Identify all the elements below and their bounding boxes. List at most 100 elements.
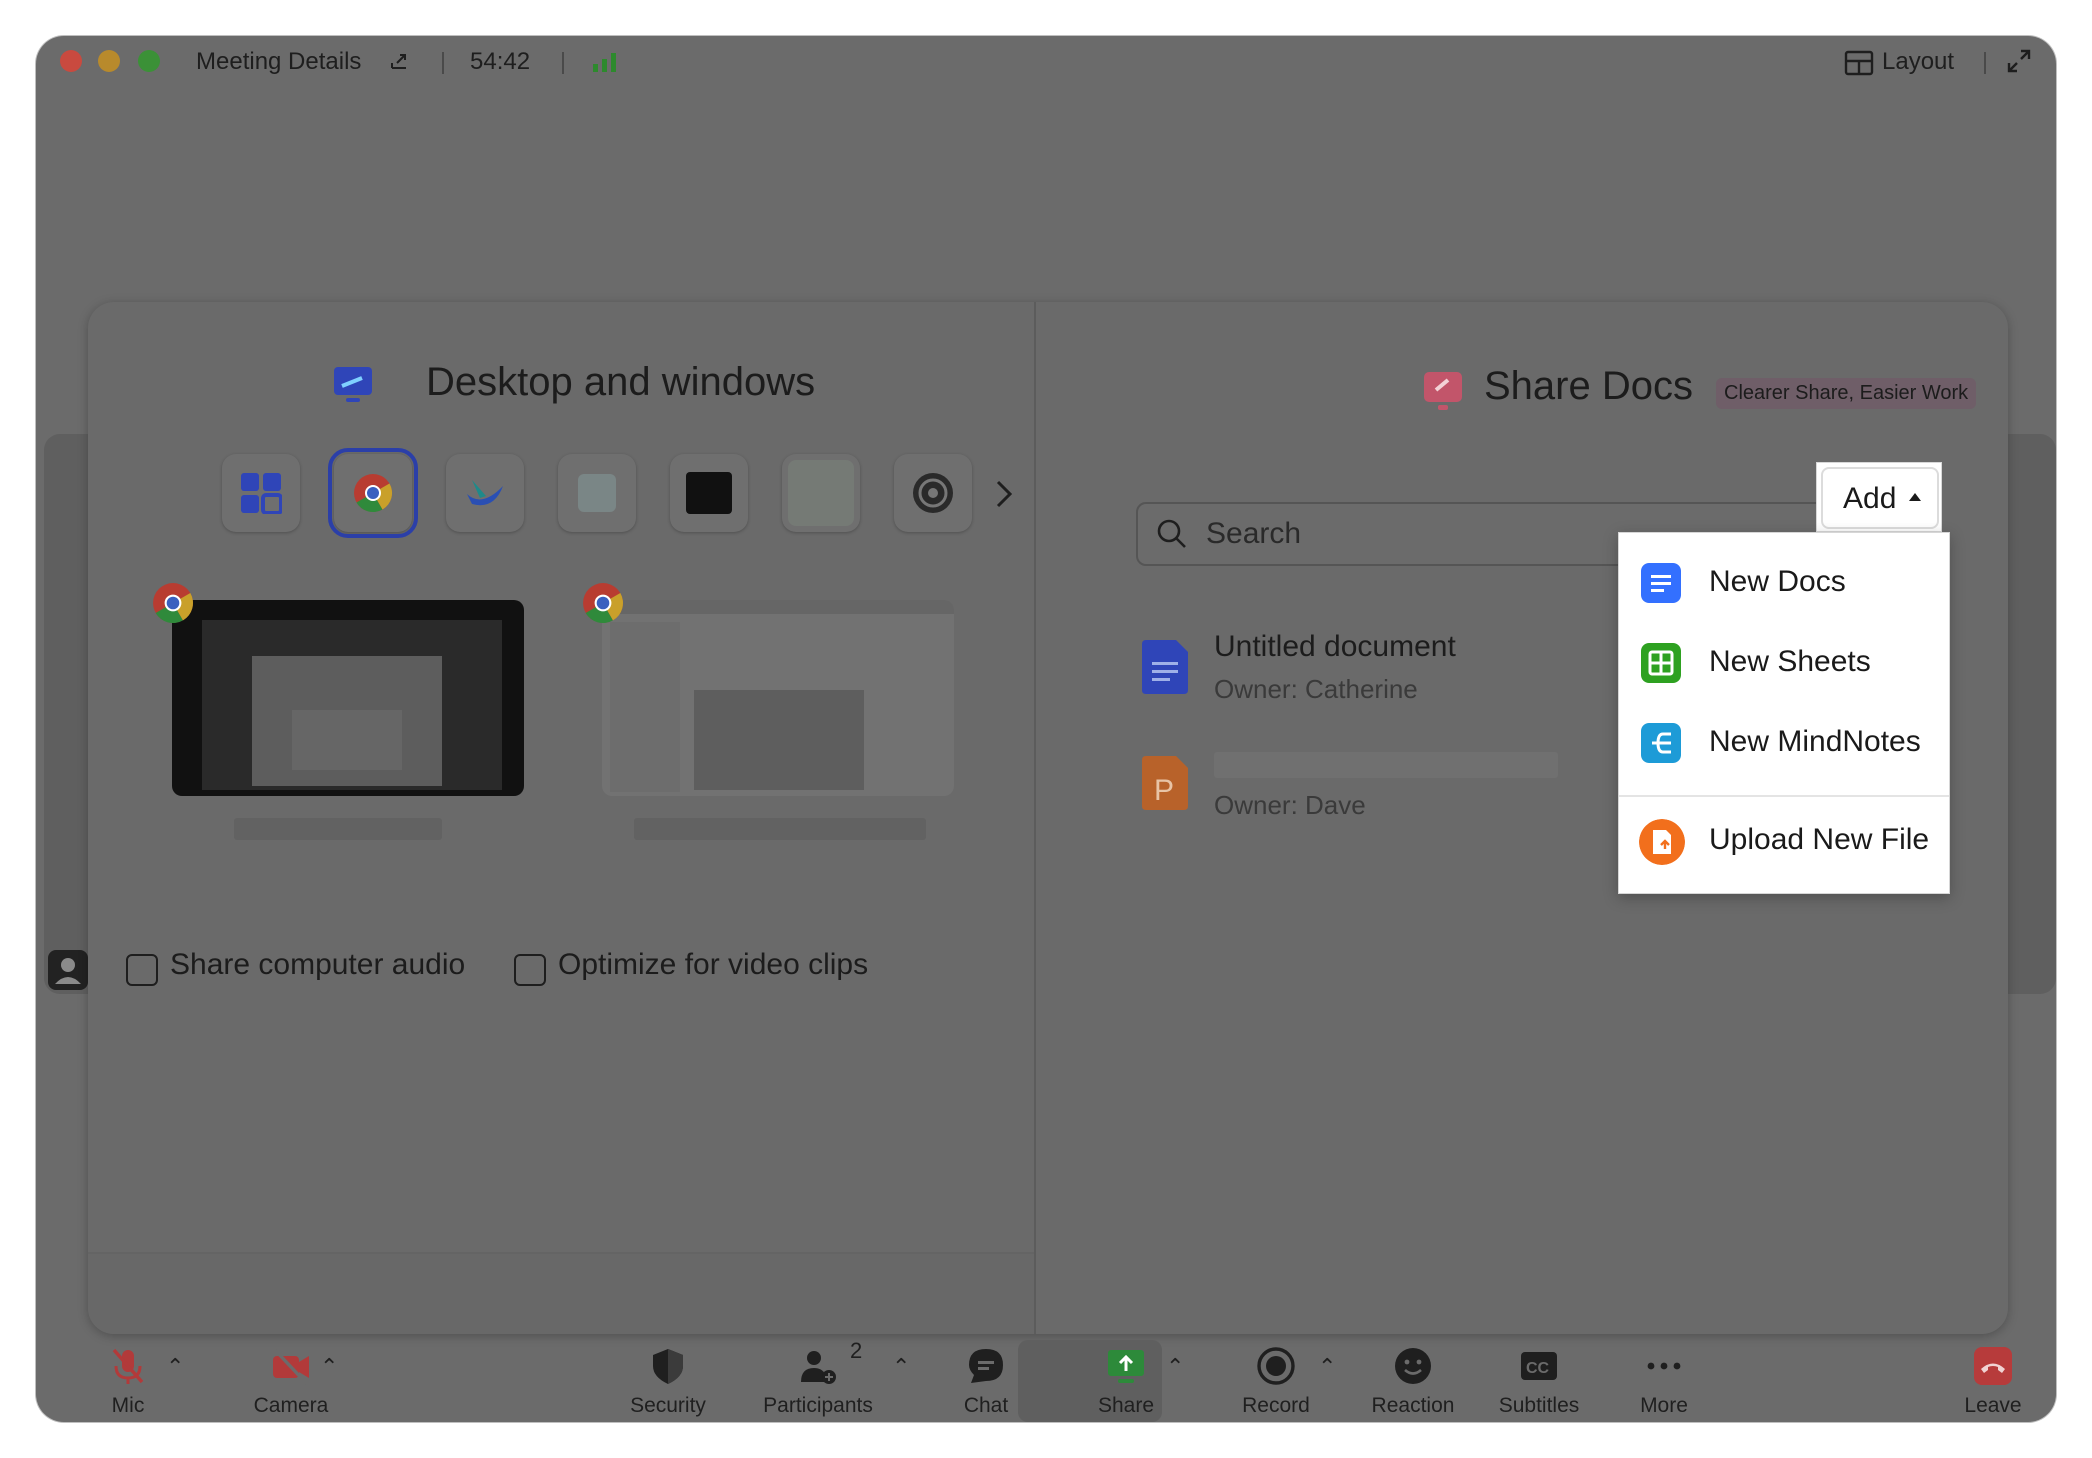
- leave-button[interactable]: Leave: [1948, 1336, 2038, 1422]
- desktop-section-title: Desktop and windows: [426, 360, 816, 404]
- layout-icon[interactable]: [1844, 50, 1874, 76]
- thumbnail-content: [292, 710, 402, 770]
- more-label: More: [1640, 1394, 1688, 1417]
- share-docs-icon: [1424, 372, 1462, 410]
- camera-label: Camera: [253, 1394, 329, 1417]
- terminal-icon: [686, 472, 732, 514]
- hang-up-icon: [1974, 1347, 2012, 1385]
- docs-icon: [1641, 563, 1681, 603]
- share-link-icon[interactable]: [388, 50, 412, 74]
- slides-file-icon: P: [1142, 756, 1188, 810]
- settings-gear-icon: [913, 473, 953, 513]
- camera-button[interactable]: Camera: [216, 1336, 366, 1422]
- menu-item-label: New MindNotes: [1709, 725, 1921, 758]
- menu-item-label: Upload New File: [1709, 823, 1930, 856]
- meeting-details-button[interactable]: Meeting Details: [196, 48, 361, 76]
- close-window-button[interactable]: [60, 50, 82, 72]
- record-options-chevron-up-icon[interactable]: ⌃: [1318, 1354, 1336, 1380]
- chat-bubble-icon: [969, 1349, 1003, 1383]
- chevron-right-icon[interactable]: [992, 478, 1016, 510]
- share-docs-tagline: Clearer Share, Easier Work: [1716, 378, 1977, 409]
- mic-button[interactable]: Mic: [78, 1336, 178, 1422]
- app-tile-all-apps[interactable]: [222, 454, 300, 532]
- menu-item-new-mindnotes[interactable]: New MindNotes: [1619, 703, 1949, 783]
- doc-title-redacted[interactable]: [1214, 752, 1558, 778]
- minimize-window-button[interactable]: [98, 50, 120, 72]
- app-tile-feishu[interactable]: [446, 454, 524, 532]
- window-thumbnail-1[interactable]: [172, 600, 524, 796]
- app-icon: [578, 474, 616, 512]
- window-thumbnail-2[interactable]: [602, 600, 954, 796]
- app-tile-chrome[interactable]: [328, 448, 418, 538]
- share-options-chevron-up-icon[interactable]: ⌃: [1166, 1354, 1184, 1380]
- menu-item-label: New Docs: [1709, 565, 1846, 598]
- leave-label: Leave: [1964, 1394, 2022, 1417]
- app-tile-window-3[interactable]: [558, 454, 636, 532]
- doc-title[interactable]: Untitled document: [1214, 630, 1456, 664]
- reaction-button[interactable]: Reaction: [1358, 1336, 1468, 1422]
- share-docs-title: Share Docs: [1484, 364, 1693, 408]
- panel-divider: [1034, 302, 1036, 1334]
- menu-item-new-sheets[interactable]: New Sheets: [1619, 623, 1949, 703]
- search-placeholder: Search: [1206, 517, 1302, 550]
- menu-item-new-docs[interactable]: New Docs: [1619, 543, 1949, 623]
- app-tile-terminal[interactable]: [670, 454, 748, 532]
- grid-apps-icon: [241, 473, 282, 514]
- doc-owner: Owner: Dave: [1214, 790, 1366, 820]
- subtitles-button[interactable]: CC Subtitles: [1484, 1336, 1594, 1422]
- record-icon: [1257, 1347, 1295, 1385]
- thumbnail-content: [602, 600, 954, 614]
- chat-label: Chat: [963, 1394, 1009, 1417]
- chat-button[interactable]: Chat: [936, 1336, 1036, 1422]
- search-icon: [1157, 519, 1186, 548]
- camera-options-chevron-up-icon[interactable]: ⌃: [320, 1354, 338, 1380]
- feishu-app-icon: [467, 480, 503, 506]
- security-label: Security: [630, 1394, 706, 1417]
- zoom-window-button[interactable]: [138, 50, 160, 72]
- optimize-video-checkbox[interactable]: [514, 954, 546, 986]
- add-button-frame: Add: [1821, 467, 1939, 529]
- mindnotes-icon: [1641, 723, 1681, 763]
- mic-options-chevron-up-icon[interactable]: ⌃: [166, 1354, 184, 1380]
- layout-button[interactable]: Layout: [1882, 48, 1954, 76]
- meeting-details-label: Meeting Details: [196, 48, 362, 75]
- menu-item-upload-new-file[interactable]: Upload New File: [1619, 801, 1949, 881]
- chrome-icon: [354, 474, 393, 513]
- chrome-icon: [583, 583, 624, 624]
- participants-button[interactable]: 2 Participants: [748, 1336, 888, 1422]
- add-button[interactable]: Add: [1816, 462, 1942, 532]
- participants-options-chevron-up-icon[interactable]: ⌃: [892, 1354, 910, 1380]
- share-button[interactable]: Share: [1076, 1336, 1176, 1422]
- caret-up-icon: [1909, 493, 1921, 501]
- share-options-bar: [88, 1252, 1034, 1334]
- title-separator: [1984, 52, 1986, 74]
- security-button[interactable]: Security: [608, 1336, 728, 1422]
- app-tile-window-5[interactable]: [782, 454, 860, 532]
- title-separator: [562, 52, 564, 74]
- app-tile-system-settings[interactable]: [894, 454, 972, 532]
- share-audio-checkbox[interactable]: [126, 954, 158, 986]
- thumbnail-content: [694, 690, 864, 790]
- subtitles-label: Subtitles: [1498, 1394, 1580, 1417]
- window-thumbnail-label: [234, 818, 442, 840]
- docs-file-icon: [1142, 640, 1188, 694]
- add-dropdown-menu: New Docs New Sheets New MindNotes Upload…: [1618, 532, 1950, 894]
- more-button[interactable]: More: [1614, 1336, 1714, 1422]
- title-bar: Meeting Details 54:42 Layout: [36, 36, 2056, 88]
- signal-strength-icon[interactable]: [592, 50, 618, 74]
- share-audio-label: Share computer audio: [170, 948, 466, 981]
- fullscreen-icon[interactable]: [2006, 48, 2032, 74]
- thumbnail-content: [610, 622, 680, 792]
- meeting-window: Meeting Details 54:42 Layout Desktop and…: [36, 36, 2056, 1422]
- menu-item-label: New Sheets: [1709, 645, 1871, 678]
- camera-off-icon: [273, 1348, 309, 1386]
- participants-icon: [801, 1351, 836, 1384]
- mic-label: Mic: [111, 1394, 145, 1417]
- upload-file-icon: [1639, 819, 1685, 865]
- smiley-icon: [1395, 1348, 1431, 1384]
- avatar: [48, 950, 88, 990]
- record-button[interactable]: Record: [1226, 1336, 1326, 1422]
- menu-divider: [1619, 795, 1949, 797]
- person-icon: [55, 958, 81, 984]
- closed-captions-icon: CC: [1521, 1352, 1557, 1380]
